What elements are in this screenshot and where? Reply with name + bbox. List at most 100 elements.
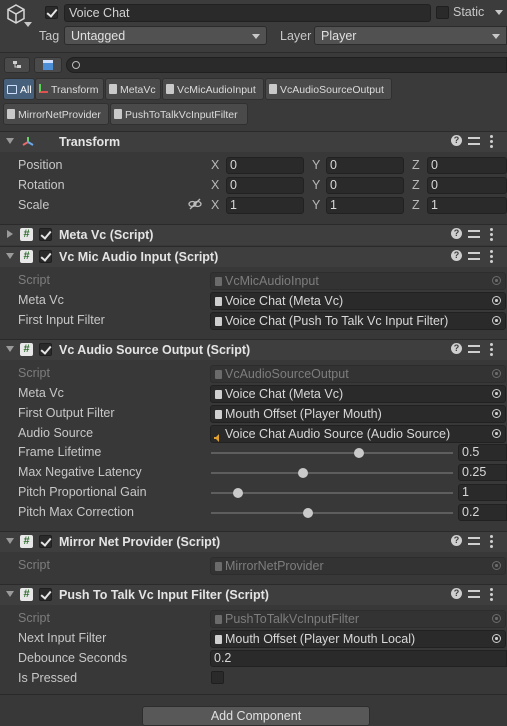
scale-z-field[interactable]: 1 bbox=[427, 197, 507, 214]
mic-input-header[interactable]: # Vc Mic Audio Input (Script) ? bbox=[0, 246, 507, 267]
active-toggle[interactable] bbox=[45, 6, 58, 19]
target-icon[interactable] bbox=[492, 409, 501, 418]
foldout-arrow-icon[interactable] bbox=[6, 138, 14, 144]
meta-vc-field[interactable]: Voice Chat (Meta Vc) bbox=[210, 292, 506, 310]
component-enabled-toggle[interactable] bbox=[39, 228, 52, 241]
pitch-max-correction-field[interactable]: 0.2 bbox=[458, 504, 507, 521]
target-icon[interactable] bbox=[492, 429, 501, 438]
rotation-x-field[interactable]: 0 bbox=[226, 177, 304, 194]
first-output-filter-field[interactable]: Mouth Offset (Player Mouth) bbox=[210, 405, 506, 423]
add-component-button[interactable]: Add Component bbox=[142, 706, 370, 726]
debounce-seconds-field[interactable]: 0.2 bbox=[210, 650, 507, 667]
first-input-filter-field[interactable]: Voice Chat (Push To Talk Vc Input Filter… bbox=[210, 312, 506, 330]
script-field: MirrorNetProvider bbox=[210, 557, 506, 575]
component-enabled-toggle[interactable] bbox=[39, 343, 52, 356]
target-icon[interactable] bbox=[492, 296, 501, 305]
preset-icon[interactable] bbox=[468, 228, 480, 240]
scale-x-field[interactable]: 1 bbox=[226, 197, 304, 214]
slider-handle[interactable] bbox=[353, 448, 364, 458]
push-to-talk-header[interactable]: # Push To Talk Vc Input Filter (Script) … bbox=[0, 584, 507, 605]
preset-icon[interactable] bbox=[468, 135, 480, 147]
target-icon[interactable] bbox=[492, 316, 501, 325]
component-enabled-toggle[interactable] bbox=[39, 250, 52, 263]
preset-icon[interactable] bbox=[468, 588, 480, 600]
chip-mirrornetprovider[interactable]: MirrorNetProvider bbox=[3, 103, 109, 125]
frame-lifetime-slider[interactable] bbox=[211, 448, 453, 458]
is-pressed-checkbox[interactable] bbox=[211, 671, 224, 684]
next-input-filter-field[interactable]: Mouth Offset (Player Mouth Local) bbox=[210, 630, 506, 648]
target-icon bbox=[492, 369, 501, 378]
position-x-field[interactable]: 0 bbox=[226, 157, 304, 174]
help-icon[interactable]: ? bbox=[451, 343, 462, 354]
link-icon[interactable] bbox=[188, 198, 202, 210]
component-enabled-toggle[interactable] bbox=[39, 535, 52, 548]
rotation-y-field[interactable]: 0 bbox=[326, 177, 404, 194]
foldout-arrow-icon[interactable] bbox=[7, 230, 13, 238]
target-icon bbox=[492, 561, 501, 570]
frame-lifetime-field[interactable]: 0.5 bbox=[458, 444, 507, 461]
context-menu-icon[interactable] bbox=[490, 228, 493, 241]
pitch-max-correction-slider[interactable] bbox=[211, 508, 453, 518]
target-icon[interactable] bbox=[492, 389, 501, 398]
context-menu-icon[interactable] bbox=[490, 250, 493, 263]
static-dropdown-icon[interactable] bbox=[495, 10, 503, 15]
slider-handle[interactable] bbox=[232, 488, 243, 498]
tag-dropdown[interactable]: Untagged bbox=[64, 26, 267, 45]
help-icon[interactable]: ? bbox=[451, 250, 462, 261]
foldout-arrow-icon[interactable] bbox=[6, 253, 14, 259]
layer-dropdown[interactable]: Player bbox=[314, 26, 507, 45]
scale-y-field[interactable]: 1 bbox=[326, 197, 404, 214]
context-menu-icon[interactable] bbox=[490, 135, 493, 148]
slider-handle[interactable] bbox=[302, 508, 313, 518]
mirror-net-provider-header[interactable]: # Mirror Net Provider (Script) ? bbox=[0, 531, 507, 552]
field-value: Voice Chat (Push To Talk Vc Input Filter… bbox=[225, 314, 449, 328]
header-icons: ? bbox=[451, 588, 503, 602]
script-icon bbox=[215, 317, 222, 326]
context-menu-icon[interactable] bbox=[490, 588, 493, 601]
chip-transform[interactable]: Transform bbox=[35, 78, 104, 100]
preset-icon[interactable] bbox=[468, 535, 480, 547]
help-icon[interactable]: ? bbox=[451, 228, 462, 239]
chip-metavc[interactable]: MetaVc bbox=[105, 78, 161, 100]
foldout-arrow-icon[interactable] bbox=[6, 591, 14, 597]
pitch-proportional-gain-slider[interactable] bbox=[211, 488, 453, 498]
rotation-label: Rotation bbox=[18, 178, 65, 192]
preset-icon[interactable] bbox=[468, 250, 480, 262]
gameobject-name-field[interactable]: Voice Chat bbox=[64, 4, 431, 22]
preset-icon[interactable] bbox=[468, 343, 480, 355]
slider-handle[interactable] bbox=[297, 468, 308, 478]
audio-source-field[interactable]: Voice Chat Audio Source (Audio Source) bbox=[210, 425, 506, 443]
context-menu-icon[interactable] bbox=[490, 535, 493, 548]
chip-all[interactable]: All bbox=[3, 78, 35, 100]
target-icon[interactable] bbox=[492, 634, 501, 643]
max-negative-latency-slider[interactable] bbox=[211, 468, 453, 478]
foldout-arrow-icon[interactable] bbox=[6, 538, 14, 544]
foldout-arrow-icon[interactable] bbox=[6, 346, 14, 352]
component-title: Meta Vc (Script) bbox=[59, 228, 154, 242]
component-enabled-toggle[interactable] bbox=[39, 588, 52, 601]
max-negative-latency-field[interactable]: 0.25 bbox=[458, 464, 507, 481]
help-icon[interactable]: ? bbox=[451, 135, 462, 146]
pitch-proportional-gain-field[interactable]: 1 bbox=[458, 484, 507, 501]
rotation-z-field[interactable]: 0 bbox=[427, 177, 507, 194]
script-icon bbox=[215, 562, 222, 571]
help-icon[interactable]: ? bbox=[451, 535, 462, 546]
chip-vcaudiosourceoutput[interactable]: VcAudioSourceOutput bbox=[265, 78, 392, 100]
chevron-down-icon[interactable] bbox=[24, 22, 32, 27]
hierarchy-filter-button[interactable] bbox=[4, 57, 30, 73]
slider-label: Pitch Proportional Gain bbox=[18, 485, 147, 499]
source-output-header[interactable]: # Vc Audio Source Output (Script) ? bbox=[0, 339, 507, 360]
chip-pushtotalkvcinputfilter[interactable]: PushToTalkVcInputFilter bbox=[110, 103, 248, 125]
transform-header[interactable]: Transform ? bbox=[0, 131, 507, 152]
meta-vc-field[interactable]: Voice Chat (Meta Vc) bbox=[210, 385, 506, 403]
position-z-field[interactable]: 0 bbox=[427, 157, 507, 174]
position-y-field[interactable]: 0 bbox=[326, 157, 404, 174]
help-icon[interactable]: ? bbox=[451, 588, 462, 599]
static-checkbox[interactable] bbox=[436, 6, 449, 19]
position-label: Position bbox=[18, 158, 63, 172]
meta-vc-header[interactable]: # Meta Vc (Script) ? bbox=[0, 224, 507, 245]
search-input[interactable] bbox=[66, 57, 507, 73]
lock-icon[interactable] bbox=[34, 57, 62, 73]
chip-vcmicaudioinput[interactable]: VcMicAudioInput bbox=[162, 78, 264, 100]
context-menu-icon[interactable] bbox=[490, 343, 493, 356]
